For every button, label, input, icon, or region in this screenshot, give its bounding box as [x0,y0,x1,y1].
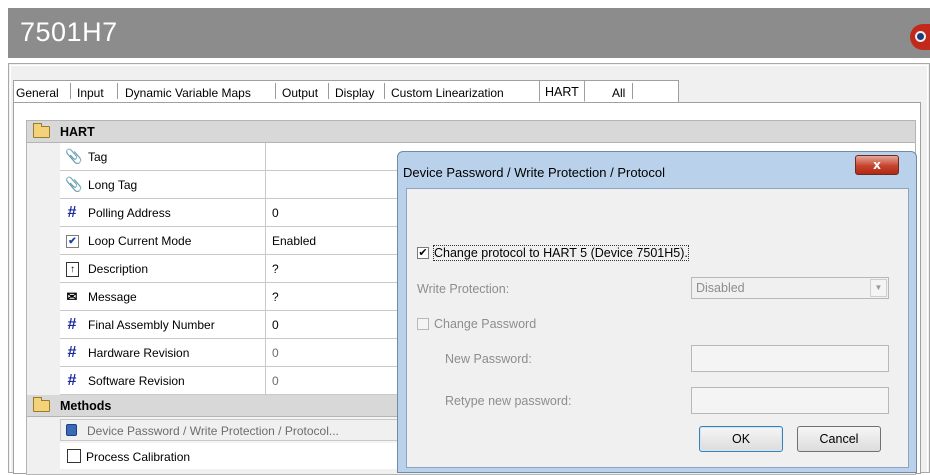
category-hart[interactable]: HART [27,121,915,143]
property-name: Description [88,262,149,276]
new-password-field[interactable] [691,345,889,372]
retype-password-field[interactable] [691,387,889,414]
method-label: Device Password / Write Protection / Pro… [87,424,339,438]
ok-button[interactable]: OK [699,426,783,452]
folder-icon [33,397,50,412]
property-name: Final Assembly Number [88,318,215,332]
property-value[interactable]: ? [272,290,279,304]
tab-hart[interactable]: HART [539,80,585,102]
hash-icon: # [67,372,77,389]
write-protection-label: Write Protection: [417,282,510,296]
category-hart-label: HART [60,125,95,139]
property-value: 0 [272,346,279,360]
property-name: Hardware Revision [88,346,190,360]
change-protocol-checkbox[interactable]: ✔ [417,247,429,259]
property-name: Software Revision [88,374,185,388]
property-name: Loop Current Mode [88,234,192,248]
paperclip-icon: 📎 [65,148,83,164]
hash-icon: # [67,316,77,333]
close-icon: x [873,158,881,172]
property-value[interactable]: 0 [272,318,279,332]
category-methods-label: Methods [60,399,112,413]
dialog-body: ✔ Change protocol to HART 5 (Device 7501… [406,188,909,468]
paperclip-icon: 📎 [65,176,83,192]
tab-dynamic-variable-maps[interactable]: Dynamic Variable Maps [125,84,251,102]
property-value[interactable]: ? [272,262,279,276]
change-protocol-label[interactable]: Change protocol to HART 5 (Device 7501H5… [433,245,689,261]
property-value[interactable]: 0 [272,206,279,220]
property-name: Polling Address [88,206,171,220]
process-calibration-icon [67,449,81,463]
tab-custom-linearization[interactable]: Custom Linearization [391,84,504,102]
tab-output[interactable]: Output [282,84,318,102]
dialog-title: Device Password / Write Protection / Pro… [403,165,666,180]
title-banner: 7501H7 [8,8,930,58]
lock-icon [66,424,77,436]
change-password-checkbox[interactable] [417,318,429,330]
brand-logo-icon [910,24,930,50]
property-name: Tag [88,150,108,164]
retype-password-label: Retype new password: [445,394,572,408]
description-icon: ↑ [66,262,79,277]
envelope-icon: ✉ [66,289,78,304]
property-name: Message [88,290,137,304]
tab-all[interactable]: All [612,84,625,102]
new-password-label: New Password: [445,352,532,366]
property-value[interactable]: Enabled [272,234,316,248]
write-protection-select[interactable]: Disabled ▼ [691,277,889,299]
checkbox-icon: ✔ [66,235,79,248]
change-password-label: Change Password [434,317,537,331]
write-protection-value: Disabled [696,281,745,295]
device-title: 7501H7 [20,17,118,47]
property-value: 0 [272,374,279,388]
tab-general[interactable]: General [16,84,59,102]
device-password-method-button[interactable]: Device Password / Write Protection / Pro… [60,419,400,441]
cancel-button[interactable]: Cancel [797,426,881,452]
tab-input[interactable]: Input [77,84,104,102]
hash-icon: # [67,204,77,221]
property-name: Long Tag [88,178,138,192]
chevron-down-icon: ▼ [870,279,887,297]
hash-icon: # [67,344,77,361]
folder-icon [33,123,50,138]
tab-display[interactable]: Display [335,84,374,102]
close-button[interactable]: x [855,155,899,175]
password-protocol-dialog: Device Password / Write Protection / Pro… [397,151,917,473]
method-label: Process Calibration [86,450,191,464]
